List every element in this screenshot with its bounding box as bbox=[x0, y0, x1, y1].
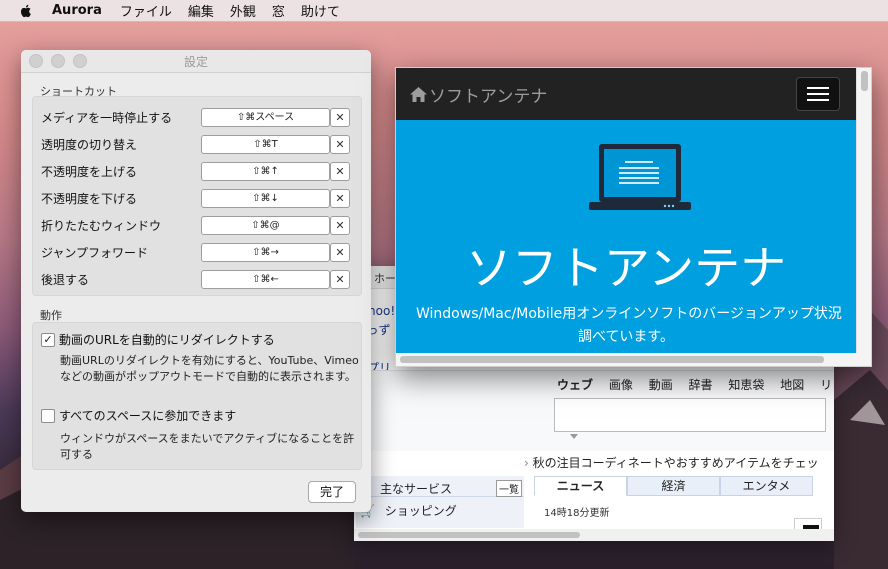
search-tab-map[interactable]: 地図 bbox=[780, 378, 804, 392]
shortcut-recorder[interactable]: ⇧⌘↓ bbox=[201, 188, 330, 208]
menu-view[interactable]: 外観 bbox=[230, 1, 256, 20]
hamburger-menu-button[interactable] bbox=[796, 77, 840, 111]
shortcut-recorder[interactable]: ⇧⌘T bbox=[201, 134, 330, 154]
chevron-right-icon: › bbox=[524, 456, 529, 470]
search-tab-more[interactable]: リ bbox=[820, 378, 832, 392]
shortcut-row-toggle-transparency: 透明度の切り替え ⇧⌘T ✕ bbox=[41, 134, 357, 154]
auto-redirect-label[interactable]: 動画のURLを自動的にリダイレクトする bbox=[59, 331, 275, 348]
news-tab-economy[interactable]: 経済 bbox=[627, 476, 720, 496]
shortcut-label: 透明度の切り替え bbox=[41, 137, 138, 152]
search-tab-dictionary[interactable]: 辞書 bbox=[689, 378, 713, 392]
shortcut-recorder[interactable]: ⇧⌘@ bbox=[201, 215, 330, 235]
clear-shortcut-button[interactable]: ✕ bbox=[330, 134, 350, 154]
dropdown-arrow-icon[interactable] bbox=[570, 434, 578, 439]
shortcut-row-jump-forward: ジャンプフォワード ⇧⌘→ ✕ bbox=[41, 242, 357, 262]
search-input[interactable] bbox=[554, 398, 826, 432]
join-all-spaces-checkbox[interactable] bbox=[41, 409, 55, 423]
behavior-group: ✓ 動画のURLを自動的にリダイレクトする 動画URLのリダイレクトを有効にする… bbox=[32, 322, 362, 470]
menu-edit[interactable]: 編集 bbox=[188, 1, 214, 20]
shortcut-recorder[interactable]: ⇧⌘← bbox=[201, 269, 330, 289]
hero-subtitle: Windows/Mac/Mobile用オンラインソフトのバージョンアップ状況 調… bbox=[396, 303, 856, 349]
hero-banner: ソフトアンテナ Windows/Mac/Mobile用オンラインソフトのバージョ… bbox=[396, 120, 856, 353]
clear-shortcut-button[interactable]: ✕ bbox=[330, 188, 350, 208]
menu-bar: Aurora ファイル 編集 外観 窓 助けて bbox=[0, 0, 888, 22]
hero-title: ソフトアンテナ bbox=[465, 241, 787, 295]
site-brand[interactable]: ソフトアンテナ bbox=[410, 82, 547, 107]
site-brand-name: ソフトアンテナ bbox=[429, 87, 548, 107]
clear-shortcut-button[interactable]: ✕ bbox=[330, 269, 350, 289]
promo-text: 秋の注目コーディネートやおすすめアイテムをチェッ bbox=[532, 456, 819, 470]
shortcut-recorder[interactable]: ⇧⌘→ bbox=[201, 242, 330, 262]
shortcut-row-jump-back: 後退する ⇧⌘← ✕ bbox=[41, 269, 357, 289]
shortcut-recorder[interactable]: ⇧⌘↑ bbox=[201, 161, 330, 181]
services-label: 主なサービス bbox=[380, 482, 453, 496]
shortcut-row-pause: メディアを一時停止する ⇧⌘スペース ✕ bbox=[41, 107, 357, 127]
search-tab-web[interactable]: ウェブ bbox=[557, 378, 593, 392]
hero-subtitle-line1: Windows/Mac/Mobile用オンラインソフトのバージョンアップ状況 bbox=[416, 306, 842, 322]
settings-title: 設定 bbox=[183, 54, 208, 69]
settings-window: 設定 ショートカット メディアを一時停止する ⇧⌘スペース ✕ 透明度の切り替え… bbox=[21, 50, 371, 512]
news-panel: ニュース 経済 エンタメ 14時18分更新 bbox=[534, 476, 834, 536]
shortcut-label: ジャンプフォワード bbox=[41, 245, 149, 260]
shortcut-label: 後退する bbox=[41, 272, 90, 287]
shortcut-label: 折りたたむウィンドウ bbox=[41, 218, 162, 233]
hero-subtitle-line2: 調べています。 bbox=[577, 329, 675, 345]
browser-horizontal-scrollbar[interactable] bbox=[354, 529, 834, 541]
join-all-spaces-description: ウィンドウがスペースをまたいでアクティブになることを許可する bbox=[60, 432, 355, 461]
search-tab-chiebukuro[interactable]: 知恵袋 bbox=[728, 378, 764, 392]
clear-shortcut-button[interactable]: ✕ bbox=[330, 107, 350, 127]
clear-shortcut-button[interactable]: ✕ bbox=[330, 242, 350, 262]
shortcuts-group: メディアを一時停止する ⇧⌘スペース ✕ 透明度の切り替え ⇧⌘T ✕ 不透明度… bbox=[32, 96, 362, 296]
shortcut-label: メディアを一時停止する bbox=[41, 110, 173, 125]
laptop-icon bbox=[589, 144, 691, 210]
shortcut-recorder[interactable]: ⇧⌘スペース bbox=[201, 107, 330, 127]
clear-shortcut-button[interactable]: ✕ bbox=[330, 161, 350, 181]
service-shopping[interactable]: 🛒 ショッピング bbox=[360, 502, 457, 519]
shortcut-label: 不透明度を上げる bbox=[41, 164, 138, 179]
auto-redirect-checkbox[interactable]: ✓ bbox=[41, 333, 55, 347]
popout-window: ソフトアンテナ ソフトアンテナ Windows/Mac/Mobile用オンライン… bbox=[395, 67, 872, 367]
popup-vertical-scrollbar[interactable] bbox=[856, 68, 871, 353]
settings-titlebar: 設定 bbox=[21, 50, 371, 73]
popup-horizontal-scrollbar[interactable] bbox=[396, 353, 871, 366]
news-tab-news[interactable]: ニュース bbox=[534, 476, 627, 496]
shortcut-row-collapse-window: 折りたたむウィンドウ ⇧⌘@ ✕ bbox=[41, 215, 357, 235]
auto-redirect-description: 動画URLのリダイレクトを有効にすると、YouTube、Vimeoなどの動画がポ… bbox=[60, 354, 359, 383]
clear-shortcut-button[interactable]: ✕ bbox=[330, 215, 350, 235]
shortcut-row-decrease-opacity: 不透明度を下げる ⇧⌘↓ ✕ bbox=[41, 188, 357, 208]
search-tabs: ウェブ 画像 動画 辞書 知恵袋 地図 リ bbox=[557, 376, 834, 393]
behavior-section-label: 動作 bbox=[40, 309, 62, 322]
home-icon bbox=[410, 87, 427, 102]
services-panel: ↓ 主なサービス 一覧 🛒 ショッピング bbox=[356, 476, 524, 528]
search-tab-video[interactable]: 動画 bbox=[649, 378, 673, 392]
menu-window[interactable]: 窓 bbox=[272, 1, 285, 20]
site-navbar: ソフトアンテナ bbox=[396, 68, 856, 120]
menu-app-name[interactable]: Aurora bbox=[52, 3, 102, 18]
join-all-spaces-label[interactable]: すべてのスペースに参加できます bbox=[59, 407, 236, 424]
search-tab-images[interactable]: 画像 bbox=[609, 378, 633, 392]
shortcut-row-increase-opacity: 不透明度を上げる ⇧⌘↑ ✕ bbox=[41, 161, 357, 181]
done-button[interactable]: 完了 bbox=[308, 481, 356, 503]
menu-help[interactable]: 助けて bbox=[301, 1, 340, 20]
menu-file[interactable]: ファイル bbox=[120, 1, 172, 20]
promo-link[interactable]: › 秋の注目コーディネートやおすすめアイテムをチェッ bbox=[524, 454, 819, 471]
apple-icon[interactable] bbox=[18, 3, 34, 19]
news-tab-entertainment[interactable]: エンタメ bbox=[720, 476, 813, 496]
news-timestamp: 14時18分更新 bbox=[544, 508, 610, 519]
services-header: ↓ 主なサービス 一覧 bbox=[356, 478, 524, 497]
service-shopping-label: ショッピング bbox=[384, 504, 457, 518]
browser-tab-title[interactable]: ホー bbox=[374, 270, 396, 286]
shortcut-label: 不透明度を下げる bbox=[41, 191, 138, 206]
list-all-button[interactable]: 一覧 bbox=[496, 480, 522, 497]
